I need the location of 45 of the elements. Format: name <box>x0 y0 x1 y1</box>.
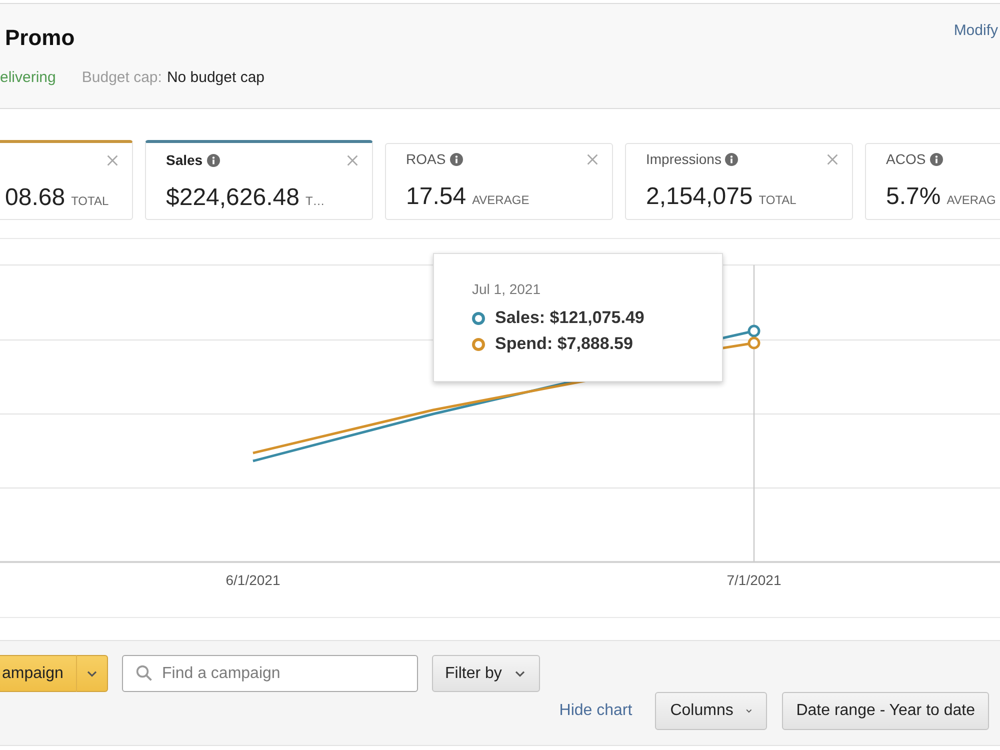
metric-value: 17.54 <box>406 182 466 212</box>
info-icon <box>206 154 220 166</box>
caret-icon <box>746 708 752 714</box>
metric-card[interactable]: ROAS 17.54 AVERAGE <box>385 143 613 220</box>
metric-title: ROAS <box>406 150 446 169</box>
close-icon[interactable] <box>587 154 598 164</box>
info-icon <box>930 152 943 166</box>
page-title: Promo <box>5 25 75 51</box>
close-icon[interactable] <box>827 154 838 164</box>
metric-title: Sales <box>166 151 203 170</box>
metric-value: $224,626.48 <box>166 183 300 213</box>
dropdown-button[interactable] <box>76 655 108 692</box>
close-icon[interactable] <box>107 154 118 166</box>
filter-button[interactable]: Filter by <box>432 655 540 692</box>
metric-aggregate-label: TOTAL <box>71 193 109 209</box>
search-field[interactable]: Find a campaign <box>122 655 418 692</box>
caret-icon <box>514 670 525 676</box>
metric-aggregate-label: TOTAL <box>758 192 796 208</box>
metric-value: 08.68 <box>5 183 66 213</box>
metric-card[interactable]: ACOS 5.7% AVERAG <box>865 143 1000 220</box>
metric-card[interactable]: 08.68 TOTAL <box>0 140 133 220</box>
date-range-button[interactable]: Date range - Year to date <box>782 692 989 730</box>
status-text: elivering <box>0 68 56 88</box>
budget-cap-label: Budget cap: <box>82 68 162 88</box>
metric-aggregate-label: T… <box>305 193 325 209</box>
columns-button[interactable]: Columns <box>655 692 768 730</box>
metric-value: 5.7% <box>886 182 941 212</box>
axis-label: 6/1/2021 <box>226 571 280 589</box>
metric-card[interactable]: Sales $224,626.48 T… <box>145 140 373 220</box>
axis-label: 7/1/2021 <box>726 571 782 589</box>
hide-chart-link[interactable]: Hide chart <box>559 699 632 723</box>
metric-card[interactable]: Impressions 2,154,075 TOTAL <box>625 143 853 220</box>
search-icon <box>136 665 152 681</box>
info-icon <box>450 152 463 166</box>
metric-title: ACOS <box>886 150 926 169</box>
metric-aggregate-label: AVERAGE <box>472 192 530 208</box>
info-icon <box>725 152 738 166</box>
create-campaign-button[interactable]: ampaign <box>0 655 76 692</box>
metric-aggregate-label: AVERAG <box>946 192 996 208</box>
close-icon[interactable] <box>347 154 358 166</box>
caret-icon <box>87 670 97 676</box>
metric-value: 2,154,075 <box>646 182 753 212</box>
metric-title: Impressions <box>646 150 722 169</box>
budget-cap-value: No budget cap <box>166 68 265 88</box>
modify-link[interactable]: Modify <box>954 22 998 40</box>
